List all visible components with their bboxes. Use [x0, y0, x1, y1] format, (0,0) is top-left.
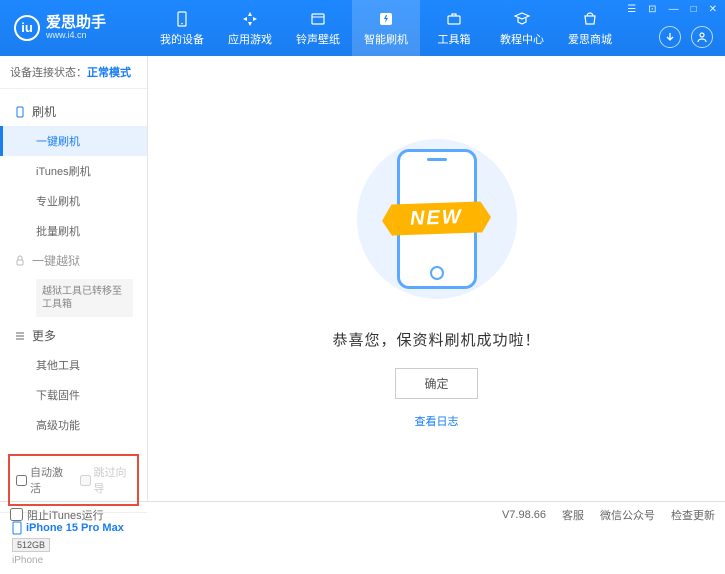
- logo-icon: iu: [14, 15, 40, 41]
- logo-area: iu 爱思助手 www.i4.cn: [0, 15, 148, 41]
- section-more-header[interactable]: 更多: [0, 321, 147, 350]
- app-header: iu 爱思助手 www.i4.cn 我的设备 应用游戏 铃声壁纸 智能刷机 工具…: [0, 0, 725, 56]
- top-nav: 我的设备 应用游戏 铃声壁纸 智能刷机 工具箱 教程中心 爱思商城: [148, 0, 624, 56]
- sidebar-item-batch[interactable]: 批量刷机: [0, 216, 147, 246]
- phone-icon: [14, 106, 26, 118]
- sidebar-item-download-fw[interactable]: 下载固件: [0, 380, 147, 410]
- user-button[interactable]: [691, 26, 713, 48]
- checkbox-skip-guide[interactable]: 跳过向导: [80, 464, 132, 496]
- sidebar-item-other-tools[interactable]: 其他工具: [0, 350, 147, 380]
- lock-icon: [14, 255, 26, 267]
- app-url: www.i4.cn: [46, 31, 106, 41]
- nav-my-device[interactable]: 我的设备: [148, 0, 216, 56]
- new-badge: NEW: [392, 201, 482, 235]
- footer-link-wechat[interactable]: 微信公众号: [600, 507, 655, 523]
- store-icon: [581, 10, 599, 28]
- section-flash-header[interactable]: 刷机: [0, 97, 147, 126]
- version-label: V7.98.66: [502, 509, 546, 521]
- window-controls: ☰ ⊡ — □ ✕: [625, 4, 719, 15]
- storage-badge: 512GB: [12, 538, 50, 552]
- nav-apps[interactable]: 应用游戏: [216, 0, 284, 56]
- checkbox-block-itunes[interactable]: 阻止iTunes运行: [10, 507, 104, 523]
- sidebar: 设备连接状态：正常模式 刷机 一键刷机 iTunes刷机 专业刷机 批量刷机 一…: [0, 56, 148, 501]
- device-name[interactable]: iPhone 15 Pro Max: [12, 521, 135, 535]
- device-icon: [173, 10, 191, 28]
- device-type: iPhone: [12, 555, 135, 566]
- header-actions: [659, 26, 713, 48]
- footer-link-support[interactable]: 客服: [562, 507, 584, 523]
- tutorial-icon: [513, 10, 531, 28]
- nav-ringtones[interactable]: 铃声壁纸: [284, 0, 352, 56]
- nav-store[interactable]: 爱思商城: [556, 0, 624, 56]
- jailbreak-note: 越狱工具已转移至工具箱: [36, 279, 133, 317]
- maximize-icon[interactable]: □: [689, 4, 699, 15]
- highlight-box: 自动激活 跳过向导: [8, 454, 139, 506]
- menu-lines-icon: [14, 330, 26, 342]
- flash-icon: [377, 10, 395, 28]
- success-message: 恭喜您，保资料刷机成功啦！: [332, 329, 540, 350]
- section-jailbreak-header: 一键越狱: [0, 246, 147, 275]
- view-log-link[interactable]: 查看日志: [415, 413, 459, 429]
- sidebar-item-oneclick[interactable]: 一键刷机: [0, 126, 147, 156]
- nav-toolbox[interactable]: 工具箱: [420, 0, 488, 56]
- ok-button[interactable]: 确定: [395, 368, 477, 399]
- sidebar-item-advanced[interactable]: 高级功能: [0, 410, 147, 440]
- checkbox-auto-activate[interactable]: 自动激活: [16, 464, 68, 496]
- main-content: NEW 恭喜您，保资料刷机成功啦！ 确定 查看日志: [148, 56, 725, 501]
- app-title: 爱思助手: [46, 15, 106, 32]
- nav-tutorials[interactable]: 教程中心: [488, 0, 556, 56]
- lock-icon[interactable]: ⊡: [646, 4, 658, 15]
- success-illustration: NEW: [337, 129, 537, 309]
- connection-status: 设备连接状态：正常模式: [0, 56, 147, 89]
- menu-icon[interactable]: ☰: [625, 4, 638, 15]
- apps-icon: [241, 10, 259, 28]
- device-small-icon: [12, 521, 22, 535]
- close-icon[interactable]: ✕: [707, 4, 719, 15]
- sidebar-item-pro[interactable]: 专业刷机: [0, 186, 147, 216]
- ringtone-icon: [309, 10, 327, 28]
- toolbox-icon: [445, 10, 463, 28]
- minimize-icon[interactable]: —: [667, 4, 681, 15]
- download-button[interactable]: [659, 26, 681, 48]
- nav-flash[interactable]: 智能刷机: [352, 0, 420, 56]
- sidebar-item-itunes[interactable]: iTunes刷机: [0, 156, 147, 186]
- footer-link-update[interactable]: 检查更新: [671, 507, 715, 523]
